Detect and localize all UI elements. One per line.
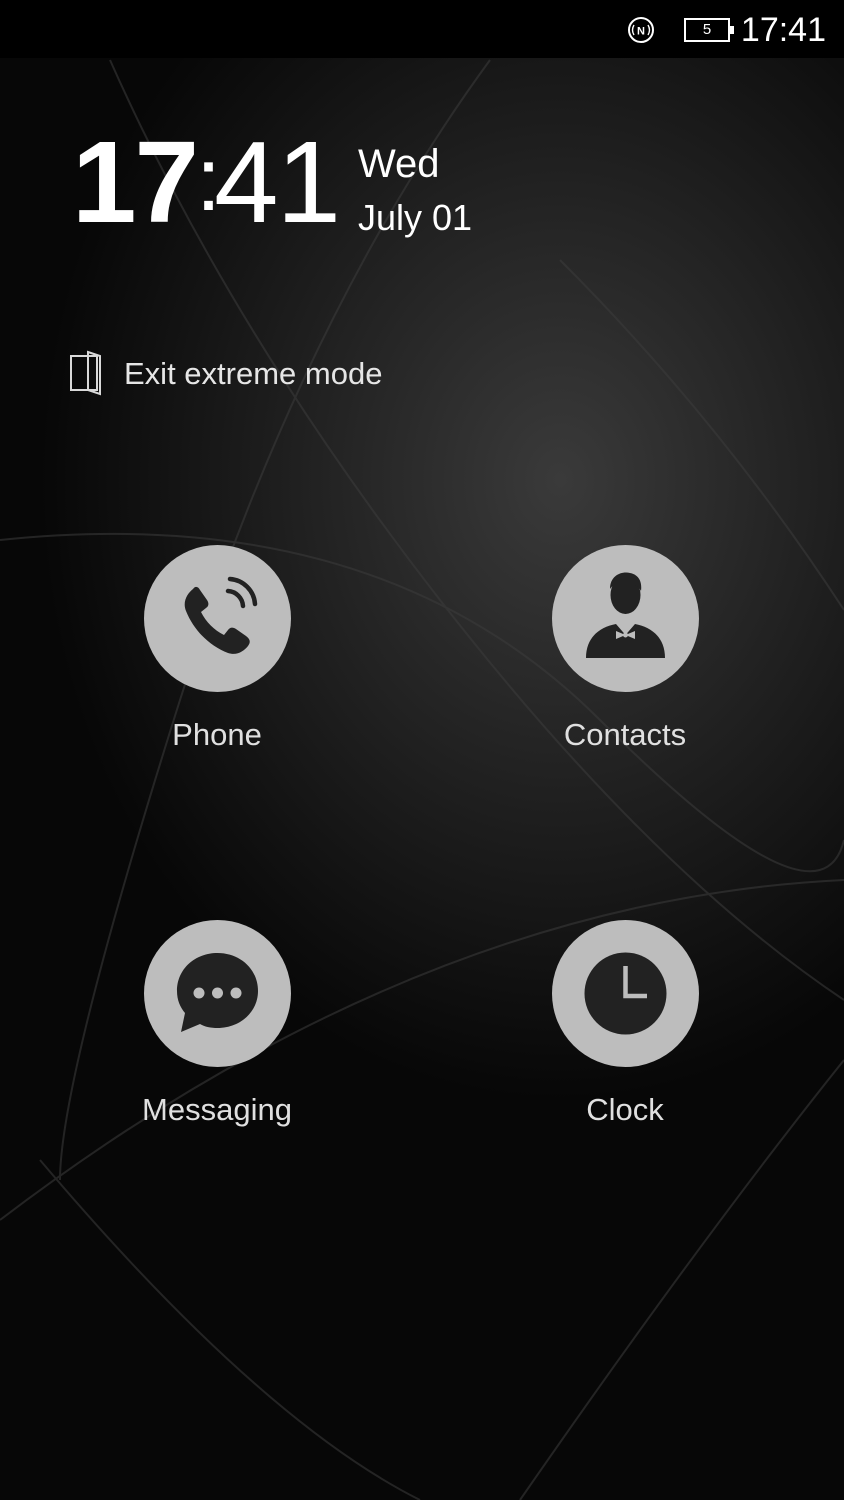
contacts-app-button[interactable]: Contacts [495, 545, 755, 775]
exit-extreme-mode-button[interactable]: Exit extreme mode [64, 342, 424, 406]
messaging-app-circle [144, 920, 291, 1067]
clock-hour[interactable]: 17 [72, 122, 199, 242]
door-exit-icon [70, 350, 101, 396]
message-bubble-icon [177, 953, 258, 1032]
phone-icon [184, 576, 258, 654]
clock-minute[interactable]: 41 [214, 122, 341, 242]
phone-app-circle [144, 545, 291, 692]
phone-app-label: Phone [172, 717, 262, 752]
svg-text:N: N [637, 26, 645, 38]
messaging-app-label: Messaging [142, 1092, 292, 1127]
clock-icon [584, 952, 667, 1035]
status-bar: N 5 17:41 [0, 0, 844, 58]
clock-app-button[interactable]: Clock [495, 920, 755, 1150]
day-label: Wed [358, 142, 440, 186]
messaging-app-button[interactable]: Messaging [87, 920, 347, 1150]
exit-extreme-mode-label: Exit extreme mode [124, 356, 383, 391]
status-time: 17:41 [740, 11, 826, 49]
phone-app-button[interactable]: Phone [87, 545, 347, 775]
clock-app-circle [552, 920, 699, 1067]
battery-level: 5 [702, 21, 712, 38]
clock-app-label: Clock [586, 1092, 664, 1127]
nfc-icon: N [628, 17, 654, 43]
contacts-app-circle [552, 545, 699, 692]
extreme-mode-home-screen: N 5 17:41 17 : 41 Wed July 01 Exit extre… [0, 0, 844, 1500]
date-label: July 01 [358, 197, 473, 238]
contact-person-icon [586, 572, 665, 658]
contacts-app-label: Contacts [563, 717, 687, 752]
